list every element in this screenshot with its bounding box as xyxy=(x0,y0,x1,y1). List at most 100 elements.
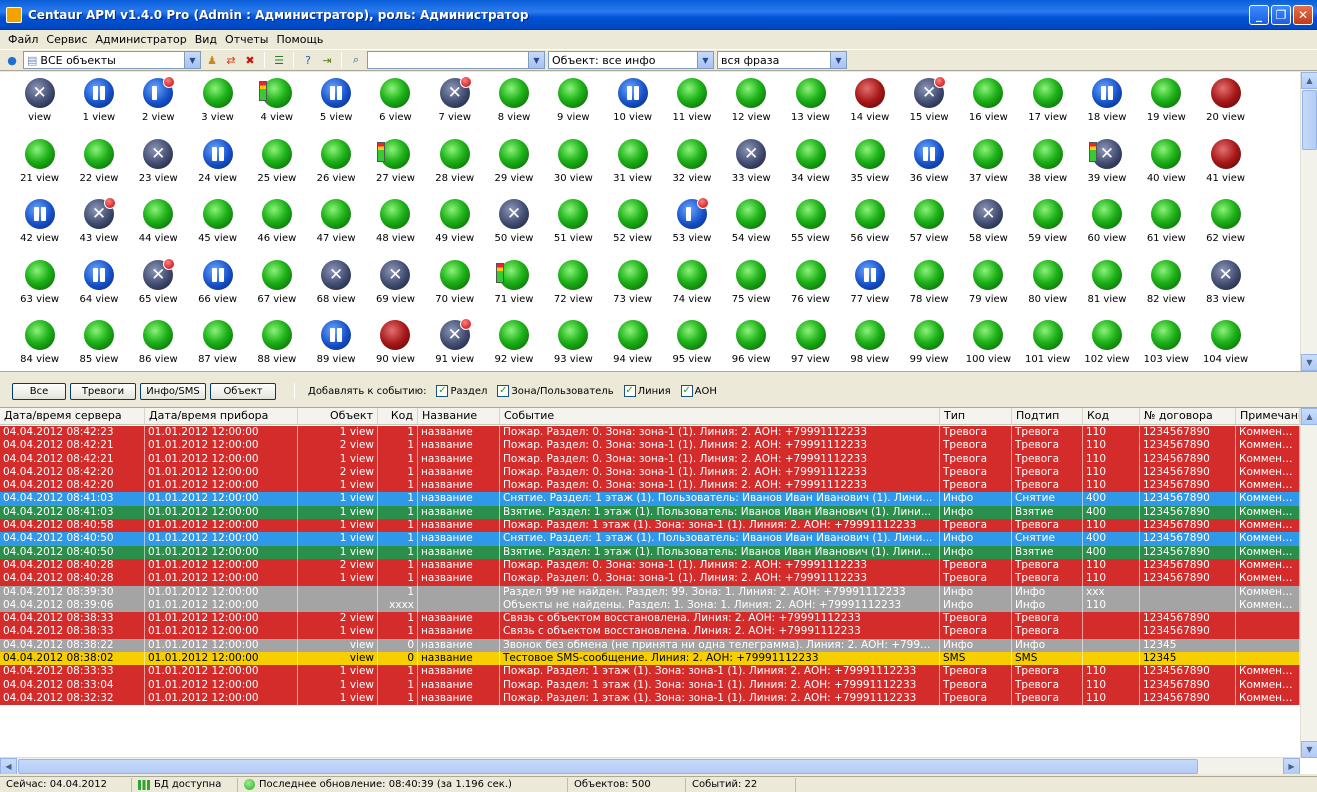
object-tile[interactable]: 48 view xyxy=(366,197,425,258)
object-tile[interactable]: 21 view xyxy=(10,137,69,198)
table-row[interactable]: 04.04.2012 08:40:58 01.01.2012 12:00:00 1 … xyxy=(0,519,1300,533)
table-row[interactable]: 04.04.2012 08:40:50 01.01.2012 12:00:00 1 … xyxy=(0,532,1300,546)
object-tile[interactable]: 19 view xyxy=(1137,76,1196,137)
column-header[interactable]: Код xyxy=(378,408,418,424)
object-tile[interactable]: 45 view xyxy=(188,197,247,258)
column-header[interactable]: Название xyxy=(418,408,500,424)
table-row[interactable]: 04.04.2012 08:32:32 01.01.2012 12:00:00 1 … xyxy=(0,691,1300,706)
object-tile[interactable]: ✕ 68 view xyxy=(306,258,365,319)
column-header[interactable]: Примечание xyxy=(1236,408,1300,424)
table-vscrollbar[interactable]: ▲ ▼ xyxy=(1300,408,1317,758)
object-tile[interactable]: 98 view xyxy=(840,318,899,371)
object-tile[interactable]: 92 view xyxy=(484,318,543,371)
delete-icon[interactable]: ✖ xyxy=(242,52,258,68)
object-tile[interactable]: 17 view xyxy=(1018,76,1077,137)
object-tile[interactable]: 94 view xyxy=(603,318,662,371)
object-tile[interactable]: 2 view xyxy=(129,76,188,137)
object-tile[interactable]: 90 view xyxy=(366,318,425,371)
object-tile[interactable]: 70 view xyxy=(425,258,484,319)
object-tile[interactable]: 56 view xyxy=(840,197,899,258)
minimize-button[interactable]: _ xyxy=(1249,5,1269,25)
object-tile[interactable]: 99 view xyxy=(899,318,958,371)
list-icon[interactable]: ☰ xyxy=(271,52,287,68)
checkbox-section[interactable]: ✓ xyxy=(436,385,449,397)
scroll-left-icon[interactable]: ◀ xyxy=(0,758,17,774)
table-row[interactable]: 04.04.2012 08:38:33 01.01.2012 12:00:00 1 … xyxy=(0,625,1300,639)
filter-info-sms-button[interactable]: Инфо/SMS xyxy=(140,382,206,400)
object-tile[interactable]: 31 view xyxy=(603,137,662,198)
object-tile[interactable]: 80 view xyxy=(1018,258,1077,319)
object-tile[interactable]: 73 view xyxy=(603,258,662,319)
object-tile[interactable]: 37 view xyxy=(959,137,1018,198)
object-tile[interactable]: ✕ 91 view xyxy=(425,318,484,371)
object-tile[interactable]: 59 view xyxy=(1018,197,1077,258)
check-section[interactable]: ✓ Раздел xyxy=(436,385,487,397)
object-tile[interactable]: 25 view xyxy=(247,137,306,198)
object-tile[interactable]: 104 view xyxy=(1196,318,1255,371)
object-tile[interactable]: 36 view xyxy=(899,137,958,198)
object-tile[interactable]: 47 view xyxy=(306,197,365,258)
object-tile[interactable]: ✕ 65 view xyxy=(129,257,188,319)
object-tile[interactable]: 4 view xyxy=(247,76,306,137)
object-tile[interactable]: 30 view xyxy=(544,137,603,198)
object-tile[interactable]: 81 view xyxy=(1077,258,1136,319)
object-tile[interactable]: ✕ 7 view xyxy=(425,76,484,137)
object-tile[interactable]: 35 view xyxy=(840,137,899,198)
table-row[interactable]: 04.04.2012 08:33:33 01.01.2012 12:00:00 1 … xyxy=(0,665,1300,679)
help-icon[interactable]: ? xyxy=(300,52,316,68)
object-tile[interactable]: ✕ 15 view xyxy=(899,76,958,137)
column-header[interactable]: Событие xyxy=(500,408,940,424)
column-header[interactable]: Дата/время прибора xyxy=(145,408,298,424)
object-tile[interactable]: 62 view xyxy=(1196,197,1255,258)
chevron-down-icon[interactable]: ▼ xyxy=(830,52,846,68)
object-tile[interactable]: 28 view xyxy=(425,137,484,198)
user-icon[interactable]: ♟ xyxy=(204,52,220,68)
close-button[interactable]: ✕ xyxy=(1293,5,1313,25)
search-input[interactable]: ▼ xyxy=(367,51,545,69)
object-tile[interactable]: 67 view xyxy=(247,258,306,319)
object-tile[interactable]: 103 view xyxy=(1137,318,1196,371)
object-tile[interactable]: 16 view xyxy=(959,76,1018,137)
menu-help[interactable]: Помощь xyxy=(272,33,327,46)
object-tile[interactable]: 9 view xyxy=(544,76,603,137)
object-tile[interactable]: 97 view xyxy=(781,318,840,371)
scroll-thumb[interactable] xyxy=(18,759,1198,774)
object-tile[interactable]: 24 view xyxy=(188,137,247,198)
object-tile[interactable]: 64 view xyxy=(69,258,128,319)
scroll-up-icon[interactable]: ▲ xyxy=(1301,408,1317,425)
object-tile[interactable]: 8 view xyxy=(484,76,543,137)
table-row[interactable]: 04.04.2012 08:33:04 01.01.2012 12:00:00 1 … xyxy=(0,678,1300,692)
object-tile[interactable]: 18 view xyxy=(1077,76,1136,137)
scroll-up-icon[interactable]: ▲ xyxy=(1301,72,1317,89)
chevron-down-icon[interactable]: ▼ xyxy=(528,52,544,68)
object-tile[interactable]: 57 view xyxy=(899,197,958,258)
object-tile[interactable]: 53 view xyxy=(662,197,721,258)
exit-icon[interactable]: ⇥ xyxy=(319,52,335,68)
column-header[interactable]: Дата/время сервера xyxy=(0,408,145,424)
object-tile[interactable]: ✕ 83 view xyxy=(1196,258,1255,319)
object-tile[interactable]: 27 view xyxy=(366,137,425,198)
object-tile[interactable]: 29 view xyxy=(484,137,543,198)
object-tile[interactable]: 52 view xyxy=(603,197,662,258)
group-select[interactable]: ▤ ВСЕ объекты ▼ xyxy=(23,51,201,69)
table-row[interactable]: 04.04.2012 08:41:03 01.01.2012 12:00:00 1 … xyxy=(0,505,1300,520)
object-tile[interactable]: 84 view xyxy=(10,318,69,371)
object-tile[interactable]: 60 view xyxy=(1077,197,1136,258)
object-tile[interactable]: 51 view xyxy=(544,197,603,258)
object-tile[interactable]: 89 view xyxy=(306,318,365,371)
maximize-button[interactable]: ❐ xyxy=(1271,5,1291,25)
object-tile[interactable]: 85 view xyxy=(69,318,128,371)
object-tile[interactable]: ✕ view xyxy=(10,76,69,137)
object-tile[interactable]: 6 view xyxy=(366,76,425,137)
object-filter-select[interactable]: Объект: все инфо ▼ xyxy=(548,51,714,69)
table-row[interactable]: 04.04.2012 08:41:03 01.01.2012 12:00:00 1 … xyxy=(0,492,1300,506)
object-tile[interactable]: 74 view xyxy=(662,258,721,319)
table-hscrollbar[interactable]: ◀ ▶ xyxy=(0,757,1300,774)
table-row[interactable]: 04.04.2012 08:39:30 01.01.2012 12:00:00 1 Р… xyxy=(0,585,1300,599)
object-tile[interactable]: 100 view xyxy=(959,318,1018,371)
object-tile[interactable]: 38 view xyxy=(1018,137,1077,198)
object-tile[interactable]: 82 view xyxy=(1137,258,1196,319)
object-tile[interactable]: 5 view xyxy=(306,76,365,137)
object-tile[interactable]: 44 view xyxy=(129,197,188,258)
table-row[interactable]: 04.04.2012 08:42:21 01.01.2012 12:00:00 1 … xyxy=(0,452,1300,466)
